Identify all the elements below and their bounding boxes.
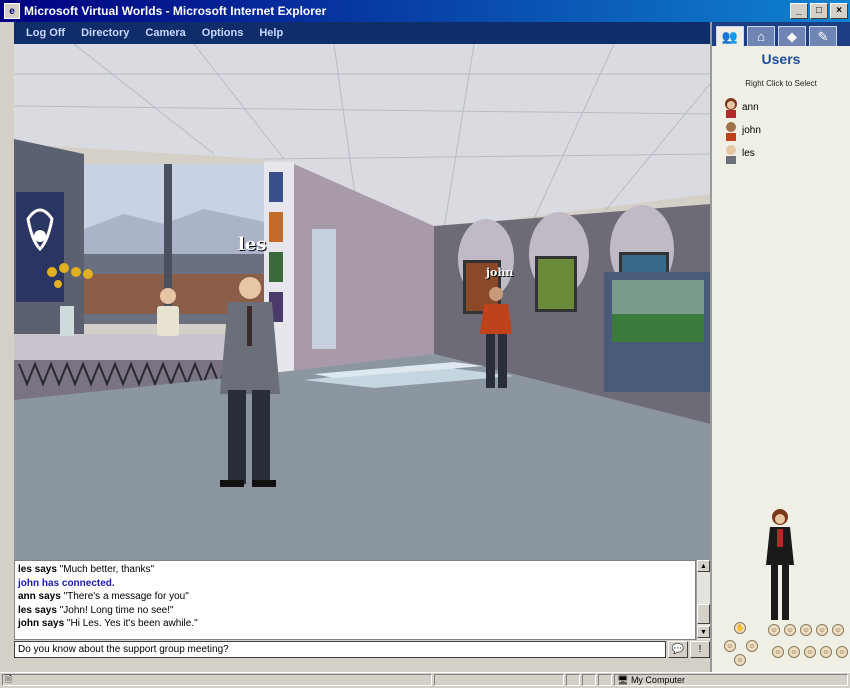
tools-tab-icon[interactable]: ✎: [809, 26, 837, 46]
gesture-icon[interactable]: ☺: [832, 624, 844, 636]
speech-bubble-icon[interactable]: 💬: [668, 641, 688, 658]
user-name: ann: [742, 102, 759, 113]
gesture-icon[interactable]: ☺: [724, 640, 736, 652]
gesture-icon[interactable]: ☺: [820, 646, 832, 658]
avatar-icon: [726, 145, 736, 164]
gesture-icon[interactable]: ☺: [788, 646, 800, 658]
chat-speaker: les says: [18, 564, 57, 575]
user-item-ann[interactable]: ann: [722, 96, 850, 119]
avatar-icon: [726, 122, 736, 141]
user-item-les[interactable]: les: [722, 142, 850, 165]
window-title: Microsoft Virtual Worlds - Microsoft Int…: [24, 4, 327, 18]
scroll-thumb[interactable]: [697, 604, 710, 624]
status-cell: [566, 674, 580, 686]
chat-speaker: john has connected.: [18, 577, 115, 589]
computer-icon: 🖥: [617, 674, 631, 685]
menu-directory[interactable]: Directory: [81, 27, 129, 39]
chat-text: "There's a message for you": [60, 591, 189, 602]
window-controls: _ □ ×: [790, 3, 848, 19]
name-tag-john: john: [486, 266, 514, 279]
status-bar: 🖹 🖥 My Computer: [0, 672, 850, 688]
menu-help[interactable]: Help: [259, 27, 283, 39]
chat-input-row: 💬 !: [14, 641, 710, 660]
world-viewport[interactable]: les john: [14, 44, 710, 560]
close-button[interactable]: ×: [830, 3, 848, 19]
object-tab-icon[interactable]: ◆: [778, 26, 806, 46]
user-list: ann john les: [712, 96, 850, 165]
chat-text: "Hi Les. Yes it's been awhile.": [64, 618, 198, 629]
panel-title: Users: [761, 51, 801, 67]
avatar-icon: [725, 98, 737, 118]
ie-page-icon: 🖹: [5, 674, 13, 684]
user-item-john[interactable]: john: [722, 119, 850, 142]
wave-gesture-icon[interactable]: ✋: [734, 622, 746, 634]
chat-log[interactable]: les says "Much better, thanks" john has …: [14, 560, 696, 640]
own-avatar-preview: [766, 509, 794, 620]
menu-log-off[interactable]: Log Off: [26, 27, 65, 39]
gesture-icon[interactable]: ☺: [746, 640, 758, 652]
status-main: 🖹: [2, 674, 432, 686]
chat-line: john says "Hi Les. Yes it's been awhile.…: [18, 617, 692, 631]
exclamation-icon[interactable]: !: [690, 641, 710, 658]
status-cell: [434, 674, 564, 686]
ie-icon: e: [4, 3, 20, 19]
gesture-icon[interactable]: ☺: [772, 646, 784, 658]
panel-tabs: 👥 ⌂ ◆ ✎: [712, 22, 850, 46]
name-tag-les: les: [238, 234, 267, 255]
chat-line: john has connected.: [18, 577, 692, 591]
gesture-palette: ✋ ☺ ☺ ☺ ☺ ☺ ☺ ☺ ☺ ☺ ☺ ☺ ☺ ☺: [722, 620, 848, 668]
panel-hint: Right Click to Select: [745, 79, 817, 88]
user-name: les: [742, 148, 755, 159]
minimize-button[interactable]: _: [790, 3, 808, 19]
menu-options[interactable]: Options: [202, 27, 244, 39]
chat-line: ann says "There's a message for you": [18, 590, 692, 604]
scroll-up-icon[interactable]: ▲: [697, 560, 710, 572]
chat-speaker: les says: [18, 604, 57, 616]
status-zone: 🖥 My Computer: [614, 674, 848, 686]
gesture-icon[interactable]: ☺: [836, 646, 848, 658]
chat-line: les says "Much better, thanks": [18, 563, 692, 577]
chat-line: les says "John! Long time no see!": [18, 604, 692, 618]
users-tab-icon[interactable]: 👥: [716, 26, 744, 46]
chat-speaker: john says: [18, 618, 65, 629]
zone-label: My Computer: [630, 675, 685, 685]
scroll-down-icon[interactable]: ▼: [697, 626, 710, 638]
gesture-icon[interactable]: ☺: [804, 646, 816, 658]
menu-camera[interactable]: Camera: [145, 27, 185, 39]
gesture-icon[interactable]: ☺: [784, 624, 796, 636]
window-titlebar: e Microsoft Virtual Worlds - Microsoft I…: [0, 0, 850, 22]
world-scene-graphic: [14, 44, 710, 560]
gesture-icon[interactable]: ☺: [768, 624, 780, 636]
chat-text: "Much better, thanks": [56, 564, 155, 575]
user-name: john: [742, 125, 761, 136]
menu-bar: Log Off Directory Camera Options Help: [14, 22, 710, 44]
gesture-icon[interactable]: ☺: [800, 624, 812, 636]
chat-speaker: ann says: [18, 591, 61, 602]
gesture-icon[interactable]: ☺: [734, 654, 746, 666]
house-tab-icon[interactable]: ⌂: [747, 26, 775, 46]
chat-text: "John! Long time no see!": [56, 604, 174, 616]
chat-scrollbar[interactable]: ▲ ▼: [696, 560, 710, 640]
status-cell: [582, 674, 596, 686]
maximize-button[interactable]: □: [810, 3, 828, 19]
gesture-icon[interactable]: ☺: [816, 624, 828, 636]
chat-input[interactable]: [14, 641, 666, 658]
status-cell: [598, 674, 612, 686]
